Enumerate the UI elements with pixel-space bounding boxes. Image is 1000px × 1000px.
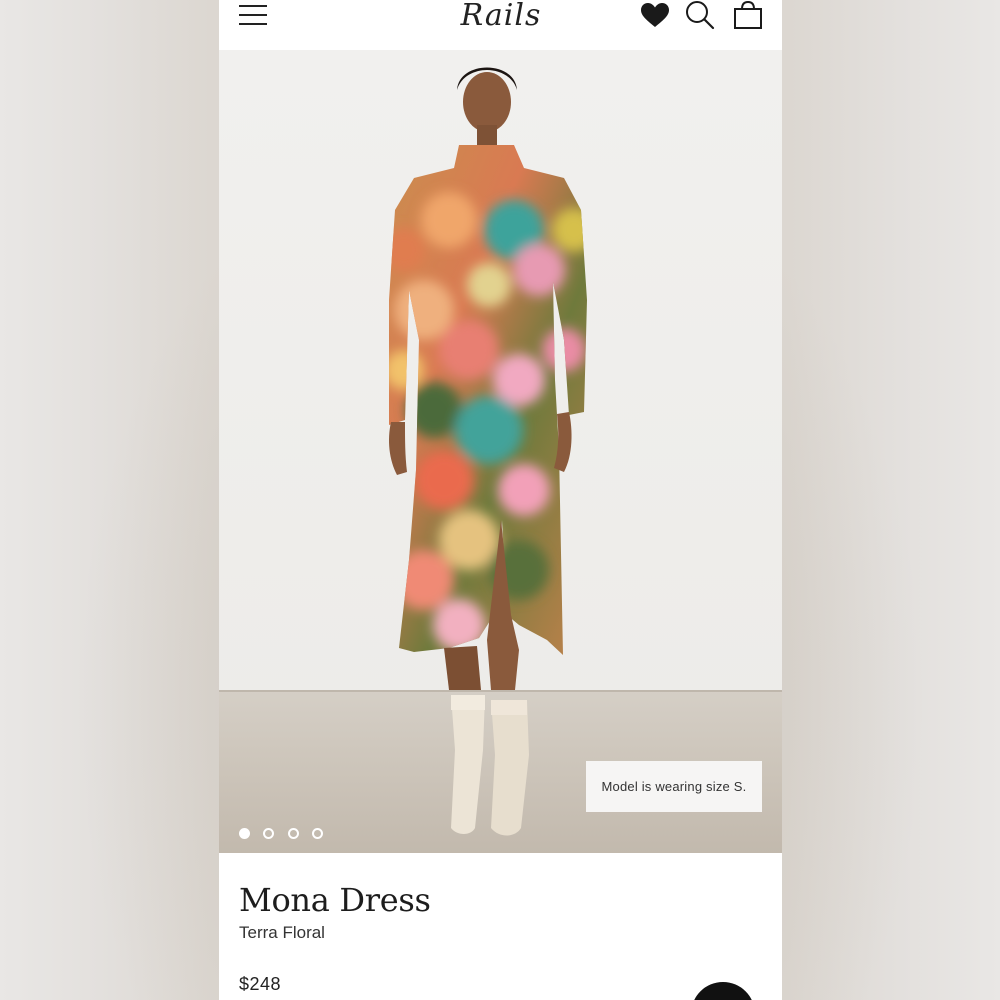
menu-icon[interactable] [239, 3, 267, 27]
menu-icon-bar [239, 5, 267, 7]
site-header: Rails [219, 0, 782, 50]
gallery-dot-4[interactable] [312, 828, 323, 839]
product-name: Mona Dress [239, 881, 431, 919]
bag-icon[interactable] [732, 0, 764, 32]
product-info: Mona Dress Terra Floral $248 [219, 853, 782, 1000]
floating-action-button[interactable] [691, 982, 755, 1000]
menu-icon-bar [239, 14, 267, 16]
heart-icon[interactable] [639, 0, 671, 32]
brand-logo[interactable]: Rails [451, 0, 551, 38]
product-photo [389, 67, 587, 836]
search-icon[interactable] [684, 0, 716, 32]
phone-screen: Rails Model is wearing size S. Mona Dres… [219, 0, 782, 1000]
gallery-dot-1[interactable] [239, 828, 250, 839]
gallery-dot-3[interactable] [288, 828, 299, 839]
gallery-dot-2[interactable] [263, 828, 274, 839]
product-color: Terra Floral [239, 923, 325, 942]
product-price: $248 [239, 974, 282, 994]
menu-icon-bar [239, 23, 267, 25]
size-note: Model is wearing size S. [586, 761, 762, 812]
product-image-gallery[interactable]: Model is wearing size S. [219, 50, 782, 853]
